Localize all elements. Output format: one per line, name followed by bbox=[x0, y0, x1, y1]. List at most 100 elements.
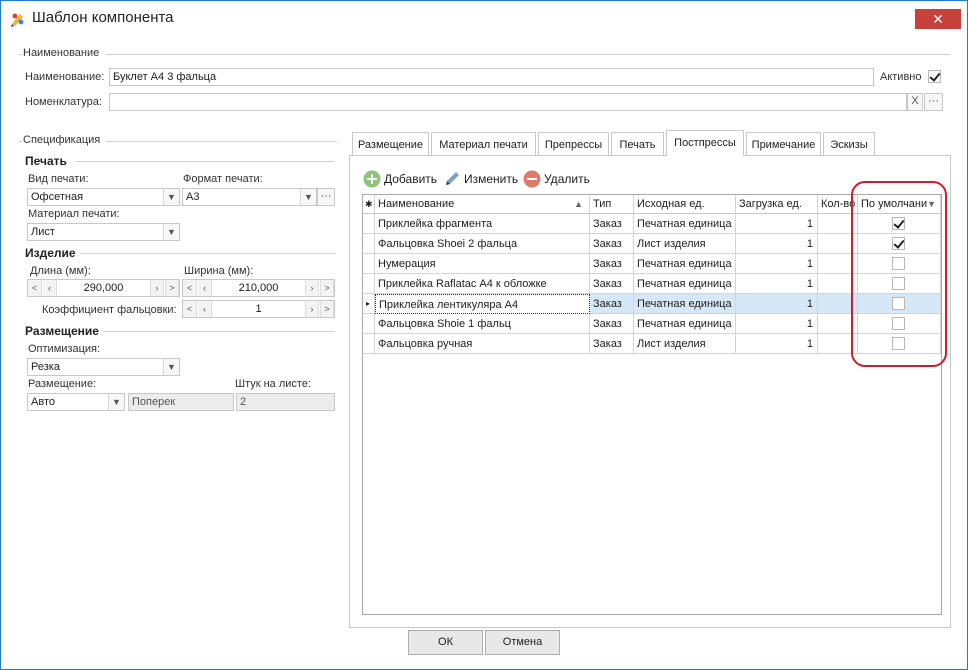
sort-asc-icon: ▲ bbox=[574, 199, 583, 209]
cell-name[interactable]: Фальцовка Shoie 1 фальц bbox=[375, 314, 590, 334]
naming-group-divider bbox=[19, 54, 951, 55]
print-material-select[interactable]: Лист bbox=[27, 223, 180, 241]
product-section-divider bbox=[81, 253, 335, 254]
tab-postpress[interactable]: Постпрессы bbox=[666, 130, 744, 156]
cell-name[interactable]: Фальцовка ручная bbox=[375, 334, 590, 354]
cell-unit[interactable]: Печатная единица bbox=[634, 214, 736, 234]
print-format-select[interactable]: А3 bbox=[182, 188, 317, 206]
cell-load[interactable]: 1 bbox=[736, 234, 818, 254]
grid-corner: ✱ bbox=[363, 195, 375, 214]
print-section-title: Печать bbox=[25, 154, 67, 168]
fold-coef-value[interactable]: 1 bbox=[213, 301, 304, 317]
last-icon[interactable]: > bbox=[320, 301, 334, 317]
nomenclature-browse-button[interactable]: ··· bbox=[924, 93, 943, 111]
row-indicator[interactable] bbox=[363, 214, 375, 234]
cell-unit[interactable]: Печатная единица bbox=[634, 314, 736, 334]
prev-icon[interactable]: ‹ bbox=[198, 280, 212, 296]
width-spinner[interactable]: < ‹ 210,000 › > bbox=[182, 279, 335, 297]
first-icon[interactable]: < bbox=[28, 280, 42, 296]
name-input[interactable]: Буклет А4 3 фальца bbox=[109, 68, 874, 86]
first-icon[interactable]: < bbox=[183, 301, 197, 317]
tab-print-material[interactable]: Материал печати bbox=[431, 132, 536, 156]
col-header-load[interactable]: Загрузка ед. bbox=[736, 195, 818, 214]
app-palette-icon bbox=[11, 13, 24, 27]
tab-print[interactable]: Печать bbox=[611, 132, 664, 156]
cell-load[interactable]: 1 bbox=[736, 254, 818, 274]
length-spinner[interactable]: < ‹ 290,000 › > bbox=[27, 279, 180, 297]
cell-type[interactable]: Заказ bbox=[590, 334, 634, 354]
cell-type[interactable]: Заказ bbox=[590, 254, 634, 274]
nomenclature-input[interactable] bbox=[109, 93, 907, 111]
row-indicator[interactable] bbox=[363, 254, 375, 274]
tab-note[interactable]: Примечание bbox=[746, 132, 821, 156]
optimization-select[interactable]: Резка bbox=[27, 358, 180, 376]
cell-name[interactable]: Фальцовка Shoei 2 фальца bbox=[375, 234, 590, 254]
cell-unit[interactable]: Печатная единица bbox=[634, 294, 736, 314]
chevron-down-icon[interactable]: ▼ bbox=[300, 189, 316, 205]
prev-icon[interactable]: ‹ bbox=[198, 301, 212, 317]
length-value[interactable]: 290,000 bbox=[58, 280, 149, 296]
cell-type[interactable]: Заказ bbox=[590, 314, 634, 334]
cell-load[interactable]: 1 bbox=[736, 274, 818, 294]
cell-load[interactable]: 1 bbox=[736, 214, 818, 234]
width-value[interactable]: 210,000 bbox=[213, 280, 304, 296]
col-header-unit[interactable]: Исходная ед. bbox=[634, 195, 736, 214]
cell-type[interactable]: Заказ bbox=[590, 214, 634, 234]
chevron-down-icon[interactable]: ▼ bbox=[108, 394, 124, 410]
active-checkbox[interactable] bbox=[928, 70, 941, 83]
cancel-button[interactable]: Отмена bbox=[485, 630, 560, 655]
first-icon[interactable]: < bbox=[183, 280, 197, 296]
print-format-browse-button[interactable]: ··· bbox=[317, 188, 335, 206]
title-bar: Шаблон компонента ✕ bbox=[1, 1, 967, 37]
cell-load[interactable]: 1 bbox=[736, 334, 818, 354]
row-indicator[interactable] bbox=[363, 274, 375, 294]
spec-group-title: Спецификация bbox=[23, 134, 107, 146]
pencil-icon bbox=[446, 172, 459, 185]
cell-load[interactable]: 1 bbox=[736, 314, 818, 334]
cell-name[interactable]: Приклейка лентикуляра А4 bbox=[375, 294, 590, 314]
close-button[interactable]: ✕ bbox=[915, 9, 961, 29]
cell-name[interactable]: Приклейка фрагмента bbox=[375, 214, 590, 234]
cell-type[interactable]: Заказ bbox=[590, 274, 634, 294]
col-header-name[interactable]: Наименование ▲ bbox=[375, 195, 590, 214]
tab-prepress[interactable]: Препрессы bbox=[538, 132, 609, 156]
width-label: Ширина (мм): bbox=[184, 265, 254, 277]
fold-coef-spinner[interactable]: < ‹ 1 › > bbox=[182, 300, 335, 318]
col-header-type[interactable]: Тип bbox=[590, 195, 634, 214]
last-icon[interactable]: > bbox=[320, 280, 334, 296]
placement-section-divider bbox=[103, 331, 335, 332]
cell-unit[interactable]: Печатная единица bbox=[634, 254, 736, 274]
chevron-down-icon[interactable]: ▼ bbox=[163, 224, 179, 240]
delete-label: Удалить bbox=[544, 172, 590, 186]
tab-placement[interactable]: Размещение bbox=[352, 132, 429, 156]
chevron-down-icon[interactable]: ▼ bbox=[163, 189, 179, 205]
row-indicator[interactable]: ▸ bbox=[363, 294, 375, 314]
active-label: Активно bbox=[880, 71, 922, 83]
cell-unit[interactable]: Печатная единица bbox=[634, 274, 736, 294]
cell-type[interactable]: Заказ bbox=[590, 294, 634, 314]
cell-name[interactable]: Приклейка Raflatac А4 к обложке bbox=[375, 274, 590, 294]
print-type-select[interactable]: Офсетная bbox=[27, 188, 180, 206]
next-icon[interactable]: › bbox=[305, 301, 319, 317]
ok-button[interactable]: ОК bbox=[408, 630, 483, 655]
cell-unit[interactable]: Лист изделия bbox=[634, 234, 736, 254]
tab-sketches[interactable]: Эскизы bbox=[823, 132, 875, 156]
cell-type[interactable]: Заказ bbox=[590, 234, 634, 254]
row-indicator[interactable] bbox=[363, 234, 375, 254]
col-header-name-label: Наименование bbox=[378, 198, 455, 210]
next-icon[interactable]: › bbox=[150, 280, 164, 296]
prev-icon[interactable]: ‹ bbox=[43, 280, 57, 296]
cell-name[interactable]: Нумерация bbox=[375, 254, 590, 274]
cell-unit[interactable]: Лист изделия bbox=[634, 334, 736, 354]
cell-load[interactable]: 1 bbox=[736, 294, 818, 314]
row-indicator[interactable] bbox=[363, 314, 375, 334]
nomenclature-clear-button[interactable]: X bbox=[907, 93, 923, 111]
remove-icon bbox=[523, 170, 541, 188]
row-indicator[interactable] bbox=[363, 334, 375, 354]
orientation-field: Поперек bbox=[128, 393, 234, 411]
dialog-window: Шаблон компонента ✕ Наименование Наимено… bbox=[0, 0, 968, 670]
chevron-down-icon[interactable]: ▼ bbox=[163, 359, 179, 375]
last-icon[interactable]: > bbox=[165, 280, 179, 296]
nomenclature-label: Номенклатура: bbox=[25, 96, 102, 108]
next-icon[interactable]: › bbox=[305, 280, 319, 296]
